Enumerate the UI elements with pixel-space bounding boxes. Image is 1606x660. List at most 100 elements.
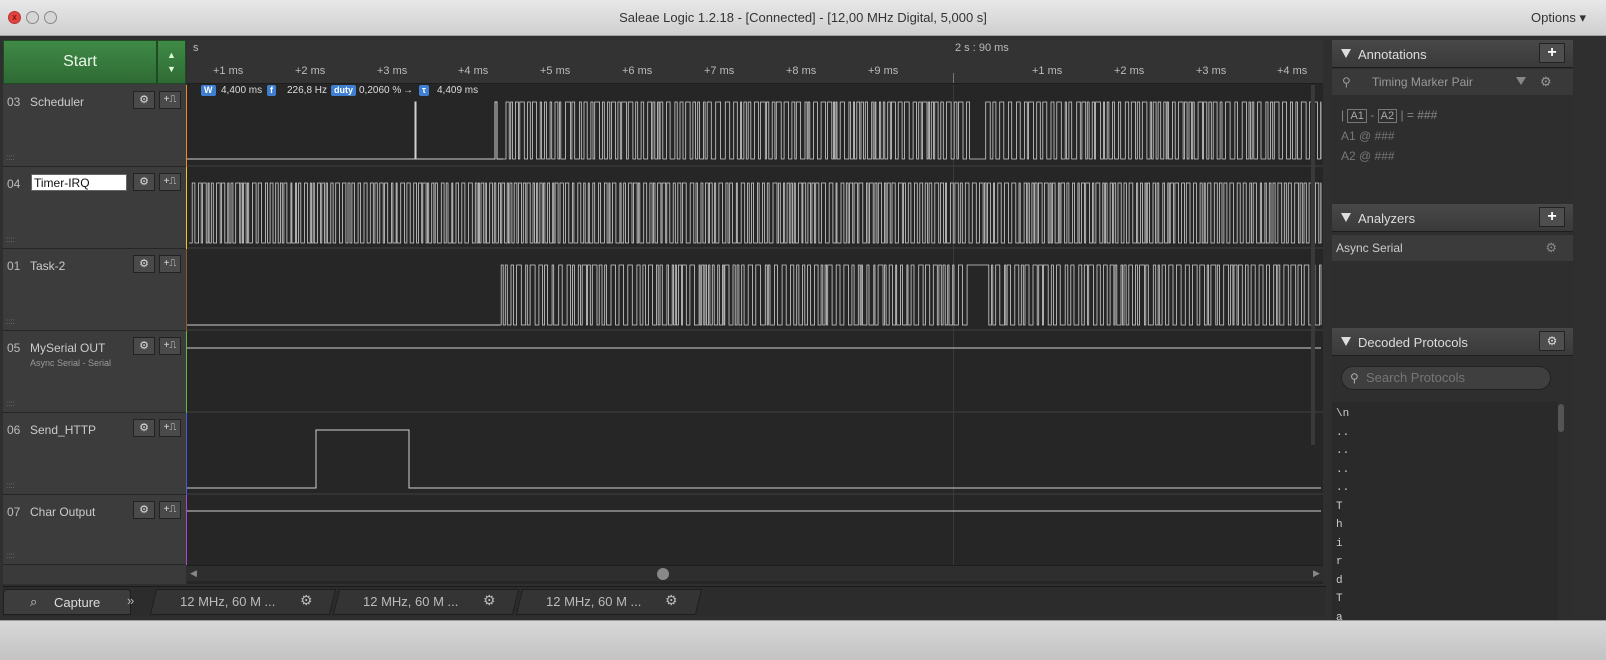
task-2-dense-trace <box>500 264 1322 326</box>
scroll-right-icon[interactable]: ▶ <box>1313 568 1320 579</box>
channel-trigger-button[interactable]: +⎍ <box>159 337 181 355</box>
decoded-item[interactable]: .. <box>1336 445 1349 457</box>
channel-settings-button[interactable]: ⚙ <box>133 173 155 191</box>
channel-trigger-button[interactable]: +⎍ <box>159 419 181 437</box>
channel-row-char-output[interactable]: 07 Char Output ⚙ +⎍ :::: <box>3 495 186 565</box>
drag-handle-icon[interactable]: :::: <box>6 153 15 162</box>
waveform-traces[interactable] <box>187 40 1323 565</box>
status-bar <box>0 620 1606 660</box>
channel-settings-button[interactable]: ⚙ <box>133 91 155 109</box>
channel-number: 03 <box>7 95 21 109</box>
channel-row-myserial-out[interactable]: 05 MySerial OUT Async Serial - Serial ⚙ … <box>3 331 186 413</box>
annotations-header[interactable]: Annotations + <box>1332 40 1573 68</box>
options-menu[interactable]: Options ▾ <box>1531 10 1586 26</box>
arrow-up-icon: ▲ <box>167 50 176 60</box>
trigger-icon: +⎍ <box>163 176 177 187</box>
add-analyzer-button[interactable]: + <box>1539 207 1565 227</box>
analyzer-label: Async Serial <box>1336 241 1403 255</box>
vertical-scrollbar <box>1311 85 1315 445</box>
trigger-icon: +⎍ <box>163 340 177 351</box>
scroll-left-icon[interactable]: ◀ <box>190 568 197 579</box>
gear-icon[interactable]: ⚙ <box>665 592 678 609</box>
search-protocols-box[interactable]: ⚲ <box>1341 366 1551 390</box>
add-annotation-button[interactable]: + <box>1539 43 1565 63</box>
analyzer-item[interactable]: Async Serial ⚙ <box>1332 235 1573 261</box>
gear-icon[interactable]: ⚙ <box>483 592 496 609</box>
tab-capture[interactable]: ⌕ Capture <box>3 589 131 615</box>
drag-handle-icon[interactable]: :::: <box>6 399 15 408</box>
gear-icon[interactable]: ⚙ <box>1545 240 1557 256</box>
more-tabs-button[interactable]: » <box>127 593 134 608</box>
analyzers-header[interactable]: Analyzers + <box>1332 204 1573 232</box>
drag-handle-icon[interactable]: :::: <box>6 481 15 490</box>
channel-name[interactable]: Send_HTTP <box>30 423 96 437</box>
collapse-triangle-icon[interactable] <box>1341 49 1351 58</box>
decoded-protocols-list[interactable]: \n........ Th i r d Ta <box>1332 402 1558 624</box>
annotations-title: Annotations <box>1358 47 1427 62</box>
channel-row-scheduler[interactable]: 03 Scheduler ⚙ +⎍ :::: <box>3 85 186 167</box>
decoded-item[interactable]: d <box>1336 575 1343 587</box>
a1-label: A1 <box>1341 129 1356 143</box>
decoded-item[interactable]: .. <box>1336 464 1349 476</box>
trigger-icon: +⎍ <box>163 422 177 433</box>
a1-value: @ ### <box>1359 129 1395 143</box>
channel-settings-button[interactable]: ⚙ <box>133 255 155 273</box>
drag-handle-icon[interactable]: :::: <box>6 551 15 560</box>
decoded-settings-button[interactable]: ⚙ <box>1539 331 1565 351</box>
timing-marker-row[interactable]: ⚲ Timing Marker Pair ⚙ <box>1332 69 1573 95</box>
channel-separator <box>187 411 1323 413</box>
gear-icon: ⚙ <box>139 422 149 434</box>
window-title: Saleae Logic 1.2.18 - [Connected] - [12,… <box>619 10 987 25</box>
scroll-thumb[interactable] <box>657 568 669 580</box>
decoded-item[interactable]: .. <box>1336 482 1349 494</box>
horizontal-scrollbar[interactable]: ◀ ▶ <box>187 565 1323 581</box>
channel-settings-button[interactable]: ⚙ <box>133 501 155 519</box>
decoded-list-scrollbar[interactable] <box>1558 404 1564 432</box>
tab-capture-label: Capture <box>54 595 101 610</box>
waveform-view[interactable]: s 2 s : 90 ms +1 ms +2 ms +3 ms +4 ms +5 ms +… <box>187 40 1323 584</box>
decoded-item[interactable]: \n <box>1336 408 1349 420</box>
decoded-item[interactable]: r <box>1336 556 1343 568</box>
timing-marker-label: Timing Marker Pair <box>1372 75 1473 89</box>
channel-settings-button[interactable]: ⚙ <box>133 337 155 355</box>
tab-session-1-label: 12 MHz, 60 M ... <box>180 594 276 609</box>
gear-icon[interactable]: ⚙ <box>1540 74 1552 90</box>
chevron-down-icon[interactable] <box>1516 77 1526 85</box>
decoded-item[interactable]: h <box>1336 519 1343 531</box>
drag-handle-icon[interactable]: :::: <box>6 317 15 326</box>
channel-name[interactable]: Scheduler <box>30 95 84 109</box>
channel-number: 04 <box>7 177 21 191</box>
marker-a2-box[interactable]: A2 <box>1377 109 1398 123</box>
channel-row-send-http[interactable]: 06 Send_HTTP ⚙ +⎍ :::: <box>3 413 186 495</box>
decoded-item[interactable]: T <box>1336 501 1343 513</box>
gear-icon[interactable]: ⚙ <box>300 592 313 609</box>
marker-a1-box[interactable]: A1 <box>1347 109 1367 123</box>
start-button[interactable]: Start <box>3 40 157 84</box>
decoded-item[interactable]: i <box>1336 538 1343 550</box>
channel-trigger-button[interactable]: +⎍ <box>159 255 181 273</box>
collapse-triangle-icon[interactable] <box>1341 337 1351 346</box>
channel-name[interactable]: MySerial OUT <box>30 341 105 355</box>
channel-name-input[interactable] <box>31 174 127 191</box>
drag-handle-icon[interactable]: :::: <box>6 235 15 244</box>
channel-trigger-button[interactable]: +⎍ <box>159 501 181 519</box>
search-protocols-input[interactable] <box>1366 370 1546 385</box>
formula-dash: - <box>1370 108 1375 122</box>
gear-icon: ⚙ <box>139 504 149 516</box>
formula-pipe: | <box>1400 108 1404 122</box>
collapse-triangle-icon[interactable] <box>1341 213 1351 222</box>
channel-name[interactable]: Task-2 <box>30 259 65 273</box>
a2-label: A2 <box>1341 149 1356 163</box>
channel-settings-button[interactable]: ⚙ <box>133 419 155 437</box>
decoded-protocols-header[interactable]: Decoded Protocols ⚙ <box>1332 328 1573 356</box>
channel-trigger-button[interactable]: +⎍ <box>159 173 181 191</box>
decoded-item[interactable]: .. <box>1336 427 1349 439</box>
channel-row-task-2[interactable]: 01 Task-2 ⚙ +⎍ :::: <box>3 249 186 331</box>
channel-trigger-button[interactable]: +⎍ <box>159 91 181 109</box>
tab-session-2-label: 12 MHz, 60 M ... <box>363 594 459 609</box>
channel-row-timer-irq[interactable]: 04 ⚙ +⎍ :::: <box>3 167 186 249</box>
decoded-item[interactable]: T <box>1336 593 1343 605</box>
send-http-trace <box>187 429 1321 489</box>
channel-name[interactable]: Char Output <box>30 505 95 519</box>
start-options-button[interactable]: ▲ ▼ <box>157 40 186 84</box>
